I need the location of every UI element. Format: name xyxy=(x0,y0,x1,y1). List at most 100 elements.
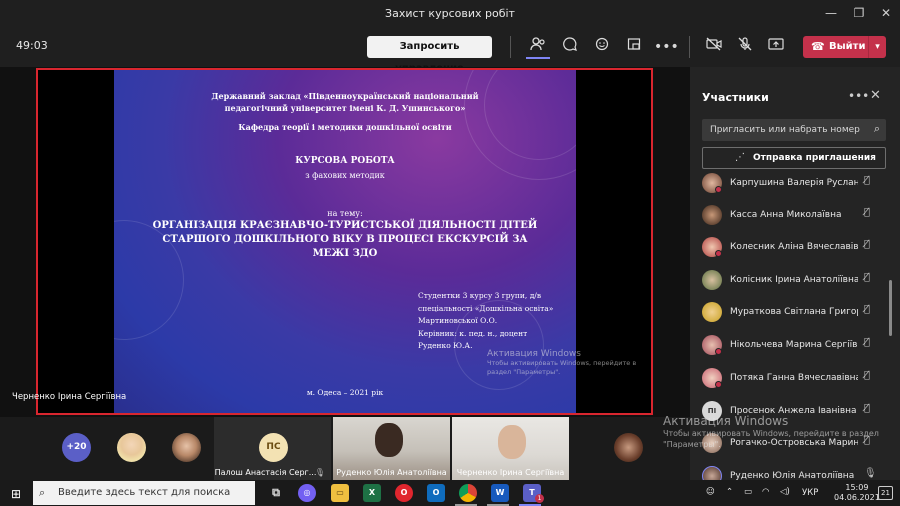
taskbar-search-placeholder: Введите здесь текст для поиска xyxy=(58,487,231,498)
mic-off-icon[interactable] xyxy=(733,35,757,59)
participant-name: Потяка Ганна Вячеславівна xyxy=(730,373,858,383)
word-icon[interactable]: W xyxy=(491,484,509,502)
status-dot xyxy=(715,381,722,388)
mic-off-icon: 🎙̸ xyxy=(864,207,871,218)
participant-name: Карпушина Валерія Русланів... xyxy=(730,178,858,188)
more-options-icon[interactable]: ••• xyxy=(848,89,869,103)
participant-avatar xyxy=(702,302,722,322)
more-participants-badge[interactable]: +20 xyxy=(62,433,91,462)
search-icon: ⌕ xyxy=(39,486,46,499)
title-bar: Захист курсових робіт — ❐ ✕ xyxy=(0,0,900,27)
toolbar-divider xyxy=(510,36,511,58)
slide-info-line: спеціальності «Дошкільна освіта» xyxy=(418,303,554,313)
file-explorer-icon[interactable]: ▭ xyxy=(331,484,349,502)
activation-heading: Активация Windows xyxy=(663,414,789,428)
activation-watermark-large: Активация Windows Чтобы активировать Win… xyxy=(663,414,900,450)
presenter-name: Черненко Ірина Сергіївна xyxy=(12,392,127,402)
share-invite-button[interactable]: ⋰ Отправка приглашения xyxy=(702,147,886,169)
reactions-icon[interactable] xyxy=(590,35,614,59)
status-dot xyxy=(715,250,722,257)
system-tray: ☺ ⌃ ▭ ◠ ◁) УКР 15:09 04.06.2021 21 xyxy=(700,480,900,506)
participant-initials-avatar: ПС xyxy=(259,433,288,462)
window-title: Захист курсових робіт xyxy=(385,7,515,20)
chat-icon[interactable] xyxy=(558,35,582,59)
taskbar-clock[interactable]: 15:09 04.06.2021 xyxy=(834,483,880,503)
participant-item[interactable]: Колісник Ірина Анатоліївна 🎙̸ xyxy=(702,265,886,295)
notifications-icon[interactable]: 21 xyxy=(878,486,893,500)
video-person xyxy=(375,423,403,457)
chrome-icon[interactable] xyxy=(459,484,477,502)
phone-icon: ☎ xyxy=(811,40,825,53)
taskbar-search-input[interactable]: ⌕ Введите здесь текст для поиска xyxy=(33,481,255,505)
participant-name: Касса Анна Миколаївна xyxy=(730,210,842,220)
mic-off-icon: 🎙̸ xyxy=(864,272,871,283)
panel-scrollbar[interactable] xyxy=(889,280,892,336)
slide-institution: Державний заклад «Південноукраїнський на… xyxy=(211,91,479,113)
participants-icon[interactable] xyxy=(526,35,550,59)
camera-off-icon[interactable] xyxy=(702,35,726,59)
slide-work-type: КУРСОВА РОБОТА xyxy=(295,156,395,166)
participant-video-tile[interactable]: Черненко Ірина Сергіївна xyxy=(452,417,569,480)
maximize-icon[interactable]: ❐ xyxy=(849,4,869,22)
mic-off-icon: 🎙̸ xyxy=(864,175,871,186)
volume-icon[interactable]: ◁) xyxy=(780,487,790,497)
clock-date: 04.06.2021 xyxy=(834,493,880,502)
participant-avatar[interactable] xyxy=(117,433,146,462)
minimize-icon[interactable]: — xyxy=(821,4,841,22)
chevron-up-icon[interactable]: ⌃ xyxy=(726,487,733,497)
share-screen-icon[interactable] xyxy=(764,35,788,59)
chevron-down-icon[interactable]: ▾ xyxy=(868,36,886,58)
mic-off-icon: 🎙̸ xyxy=(864,403,871,414)
windows-taskbar: ⊞ ⌕ Введите здесь текст для поиска ⧉ ◎ ▭… xyxy=(0,480,900,506)
call-timer: 49:03 xyxy=(16,39,48,52)
activation-heading: Активация Windows xyxy=(487,349,581,359)
slide-info-line: Мартиновської О.О. xyxy=(418,316,498,325)
mic-icon: 🎙 xyxy=(864,468,877,479)
slide-city-year: м. Одеса – 2021 рік xyxy=(306,388,384,397)
more-actions-icon[interactable]: ••• xyxy=(654,35,679,59)
participant-item[interactable]: Руденко Юлія Анатоліївна 🎙 xyxy=(702,461,886,480)
status-dot xyxy=(715,348,722,355)
language-indicator[interactable]: УКР xyxy=(802,488,818,498)
participant-item[interactable]: Карпушина Валерія Русланів... 🎙̸ xyxy=(702,168,886,198)
task-view-icon[interactable]: ⧉ xyxy=(267,484,285,502)
slide-topic: ОРГАНІЗАЦІЯ КРАЄЗНАВЧО-ТУРИСТСЬКОЇ ДІЯЛЬ… xyxy=(152,220,538,259)
outlook-icon[interactable]: O xyxy=(427,484,445,502)
slide-info-line: Керівник: к. пед. н., доцент xyxy=(418,328,528,338)
mic-off-icon: 🎙̸ xyxy=(864,304,871,315)
leave-button[interactable]: ☎ Выйти ▾ xyxy=(803,36,886,58)
participant-item[interactable]: Колесник Аліна Вячеславівна 🎙̸ xyxy=(702,232,886,262)
participant-tile[interactable]: ПС Палош Анастасія Серг... 🎙 xyxy=(214,417,331,480)
close-panel-icon[interactable]: ✕ xyxy=(870,88,881,103)
invite-input[interactable]: Пригласить или набрать номер ⌕ xyxy=(702,119,886,141)
participant-name: Мураткова Світлана Григорі... xyxy=(730,307,858,317)
toolbar-divider xyxy=(689,36,690,58)
participant-avatar xyxy=(702,270,722,290)
participant-item[interactable]: Касса Анна Миколаївна 🎙̸ xyxy=(702,200,886,230)
request-control-button[interactable]: Запросить управление xyxy=(367,36,492,74)
participant-avatar[interactable] xyxy=(614,433,643,462)
activation-watermark-small: Активация Windows Чтобы активировать Win… xyxy=(487,349,657,377)
participant-item[interactable]: Мураткова Світлана Григорі... 🎙̸ xyxy=(702,297,886,327)
mic-off-icon: 🎙̸ xyxy=(864,370,871,381)
participant-name: Руденко Юлія Анатоліївна xyxy=(730,471,855,480)
participant-item[interactable]: Нікольчева Марина Сергіївна 🎙̸ xyxy=(702,330,886,360)
close-icon[interactable]: ✕ xyxy=(876,4,896,22)
excel-icon[interactable]: X xyxy=(363,484,381,502)
slide-author-info: Студентки 3 курсу 3 групи, д/в спеціальн… xyxy=(418,290,553,353)
participant-avatar[interactable] xyxy=(172,433,201,462)
battery-icon[interactable]: ▭ xyxy=(744,487,752,497)
windows-start-icon[interactable]: ⊞ xyxy=(11,487,21,501)
rooms-icon[interactable] xyxy=(622,35,646,59)
participant-tile-name: Руденко Юлія Анатоліївна xyxy=(336,468,447,477)
wifi-icon[interactable]: ◠ xyxy=(762,487,769,497)
participant-name: Нікольчева Марина Сергіївна xyxy=(730,340,858,350)
viber-icon[interactable]: ◎ xyxy=(298,484,316,502)
participant-tile-name: Черненко Ірина Сергіївна xyxy=(456,468,565,477)
people-icon[interactable]: ☺ xyxy=(706,487,715,497)
activation-text: Чтобы активировать Windows, перейдите в … xyxy=(487,359,637,376)
video-strip: +20 ПС Палош Анастасія Серг... 🎙 Руденко… xyxy=(0,417,690,480)
opera-icon[interactable]: O xyxy=(395,484,413,502)
participant-item[interactable]: Потяка Ганна Вячеславівна 🎙̸ xyxy=(702,363,886,393)
participant-video-tile[interactable]: Руденко Юлія Анатоліївна xyxy=(333,417,450,480)
